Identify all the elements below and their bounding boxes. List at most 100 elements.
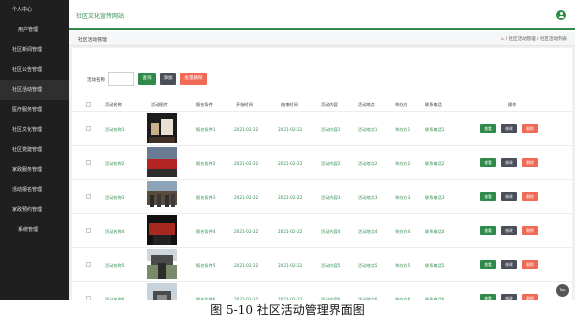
- cell-name: 活动名称1: [105, 127, 125, 132]
- cell-place: 活动地点4: [358, 229, 378, 234]
- header-start: 开始时间: [236, 102, 253, 107]
- sidebar-item-activities[interactable]: 社区活动管理: [0, 80, 69, 100]
- cell-content: 活动内容3: [321, 195, 341, 200]
- cell-start: 2021-02-22: [234, 161, 259, 166]
- activity-image: [147, 215, 177, 245]
- cell-name: 活动名称3: [105, 195, 125, 200]
- cell-host: 举办方3: [395, 195, 411, 200]
- cell-name: 活动名称2: [105, 161, 125, 166]
- delete-button[interactable]: 删除: [522, 192, 538, 201]
- select-all-checkbox[interactable]: [86, 102, 91, 107]
- cell-content: 活动内容4: [321, 229, 341, 234]
- edit-button[interactable]: 修改: [501, 124, 517, 133]
- sidebar-item-booking[interactable]: 家政预约管理: [0, 200, 69, 220]
- cell-start: 2021-02-22: [234, 195, 259, 200]
- user-icon[interactable]: [556, 10, 566, 20]
- search-input[interactable]: [108, 72, 134, 86]
- activity-image: [147, 147, 177, 177]
- top-bar: 社区文化宣传网站: [69, 0, 575, 30]
- breadcrumb: ⌂ / 社区活动管理 / 社区活动列表: [501, 36, 567, 42]
- table-row: 活动名称6 报名条件6 2021-02-22 2021-02-22 活动内容6 活动地点6…: [72, 281, 572, 300]
- batch-delete-button[interactable]: 批量删除: [180, 73, 207, 85]
- table-header: 活动名称 活动图片 报名条件 开始时间 结束时间 活动内容 活动地点 举办方 联…: [72, 100, 572, 110]
- sidebar-item-system[interactable]: 系统管理: [0, 220, 69, 240]
- sidebar-item-personal-center[interactable]: 个人中心: [0, 0, 69, 20]
- sidebar-item-user-management[interactable]: 用户管理: [0, 20, 69, 40]
- cell-start: 2021-02-22: [234, 229, 259, 234]
- table-row: 活动名称5 报名条件5 2021-02-22 2021-02-22 活动内容5 活动地点5…: [72, 247, 572, 280]
- edit-button[interactable]: 修改: [501, 158, 517, 167]
- header-end: 结束时间: [281, 102, 298, 107]
- header-phone: 联系电话: [425, 102, 442, 107]
- table-row: 活动名称2 报名条件2 2021-02-22 2021-02-22 活动内容2 活动地点2…: [72, 145, 572, 178]
- cell-phone: 联系电话4: [425, 229, 445, 234]
- sidebar-item-medical[interactable]: 医疗服务管理: [0, 100, 69, 120]
- cell-start: 2021-02-22: [234, 263, 259, 268]
- table-row: 活动名称1 报名条件1 2021-02-22 2021-02-22 活动内容1 活动地点1…: [72, 111, 572, 144]
- back-to-top-button[interactable]: Top: [556, 284, 569, 297]
- cell-host: 举办方5: [395, 263, 411, 268]
- cell-end: 2021-02-22: [278, 161, 303, 166]
- table-row: 活动名称4 报名条件4 2021-02-22 2021-02-22 活动内容4 活动地点4…: [72, 213, 572, 246]
- home-icon[interactable]: ⌂: [501, 37, 504, 42]
- view-button[interactable]: 查看: [480, 226, 496, 235]
- breadcrumb-bar: 社区活动管理 ⌂ / 社区活动管理 / 社区活动列表: [69, 32, 575, 46]
- edit-button[interactable]: 修改: [501, 226, 517, 235]
- activity-panel: 活动名称 查询 添加 批量删除 活动名称 活动图片 报名条件 开始时间 结束时间…: [72, 48, 572, 300]
- query-button[interactable]: 查询: [138, 73, 156, 85]
- main-content: 社区活动管理 ⌂ / 社区活动管理 / 社区活动列表 活动名称 查询 添加 批量删…: [69, 32, 575, 300]
- cell-content: 活动内容2: [321, 161, 341, 166]
- cell-host: 举办方4: [395, 229, 411, 234]
- cell-end: 2021-02-22: [278, 263, 303, 268]
- header-actions: 操作: [508, 102, 517, 107]
- breadcrumb-path: / 社区活动管理 / 社区活动列表: [505, 37, 567, 42]
- cell-name: 活动名称5: [105, 263, 125, 268]
- cell-phone: 联系电话3: [425, 195, 445, 200]
- sidebar-item-culture[interactable]: 社区文化管理: [0, 120, 69, 140]
- delete-button[interactable]: 删除: [522, 260, 538, 269]
- site-title: 社区文化宣传网站: [76, 13, 125, 20]
- cell-place: 活动地点3: [358, 195, 378, 200]
- activity-image: [147, 249, 177, 279]
- row-checkbox[interactable]: [86, 262, 91, 267]
- cell-end: 2021-02-22: [278, 195, 303, 200]
- sidebar-item-party[interactable]: 社区党建管理: [0, 140, 69, 160]
- sidebar-item-signup[interactable]: 活动报名管理: [0, 180, 69, 200]
- add-button[interactable]: 添加: [160, 73, 176, 85]
- edit-button[interactable]: 修改: [501, 192, 517, 201]
- edit-button[interactable]: 修改: [501, 260, 517, 269]
- delete-button[interactable]: 删除: [522, 226, 538, 235]
- cell-condition: 报名条件1: [196, 127, 216, 132]
- view-button[interactable]: 查看: [480, 260, 496, 269]
- cell-content: 活动内容5: [321, 263, 341, 268]
- cell-content: 活动内容1: [321, 127, 341, 132]
- row-checkbox[interactable]: [86, 126, 91, 131]
- view-button[interactable]: 查看: [480, 192, 496, 201]
- table-row: 活动名称3 报名条件3 2021-02-22 2021-02-22 活动内容3 活动地点3…: [72, 179, 572, 212]
- delete-button[interactable]: 删除: [522, 124, 538, 133]
- row-checkbox[interactable]: [86, 194, 91, 199]
- activity-image: [147, 113, 177, 143]
- cell-condition: 报名条件2: [196, 161, 216, 166]
- cell-host: 举办方1: [395, 127, 411, 132]
- header-image: 活动图片: [151, 102, 168, 107]
- row-checkbox[interactable]: [86, 160, 91, 165]
- sidebar-item-housekeeping[interactable]: 家政服务管理: [0, 160, 69, 180]
- row-checkbox[interactable]: [86, 228, 91, 233]
- sidebar-item-notices[interactable]: 社区公告管理: [0, 60, 69, 80]
- delete-button[interactable]: 删除: [522, 158, 538, 167]
- cell-place: 活动地点2: [358, 161, 378, 166]
- view-button[interactable]: 查看: [480, 158, 496, 167]
- cell-phone: 联系电话5: [425, 263, 445, 268]
- page-title: 社区活动管理: [78, 38, 107, 43]
- cell-host: 举办方2: [395, 161, 411, 166]
- activity-image: [147, 283, 177, 300]
- cell-place: 活动地点5: [358, 263, 378, 268]
- cell-end: 2021-02-22: [278, 127, 303, 132]
- figure-caption: 图 5-10 社区活动管理界面图: [0, 300, 575, 323]
- cell-phone: 联系电话1: [425, 127, 445, 132]
- sidebar-item-news[interactable]: 社区新闻管理: [0, 40, 69, 60]
- header-name: 活动名称: [105, 102, 122, 107]
- view-button[interactable]: 查看: [480, 124, 496, 133]
- search-label: 活动名称: [87, 78, 105, 83]
